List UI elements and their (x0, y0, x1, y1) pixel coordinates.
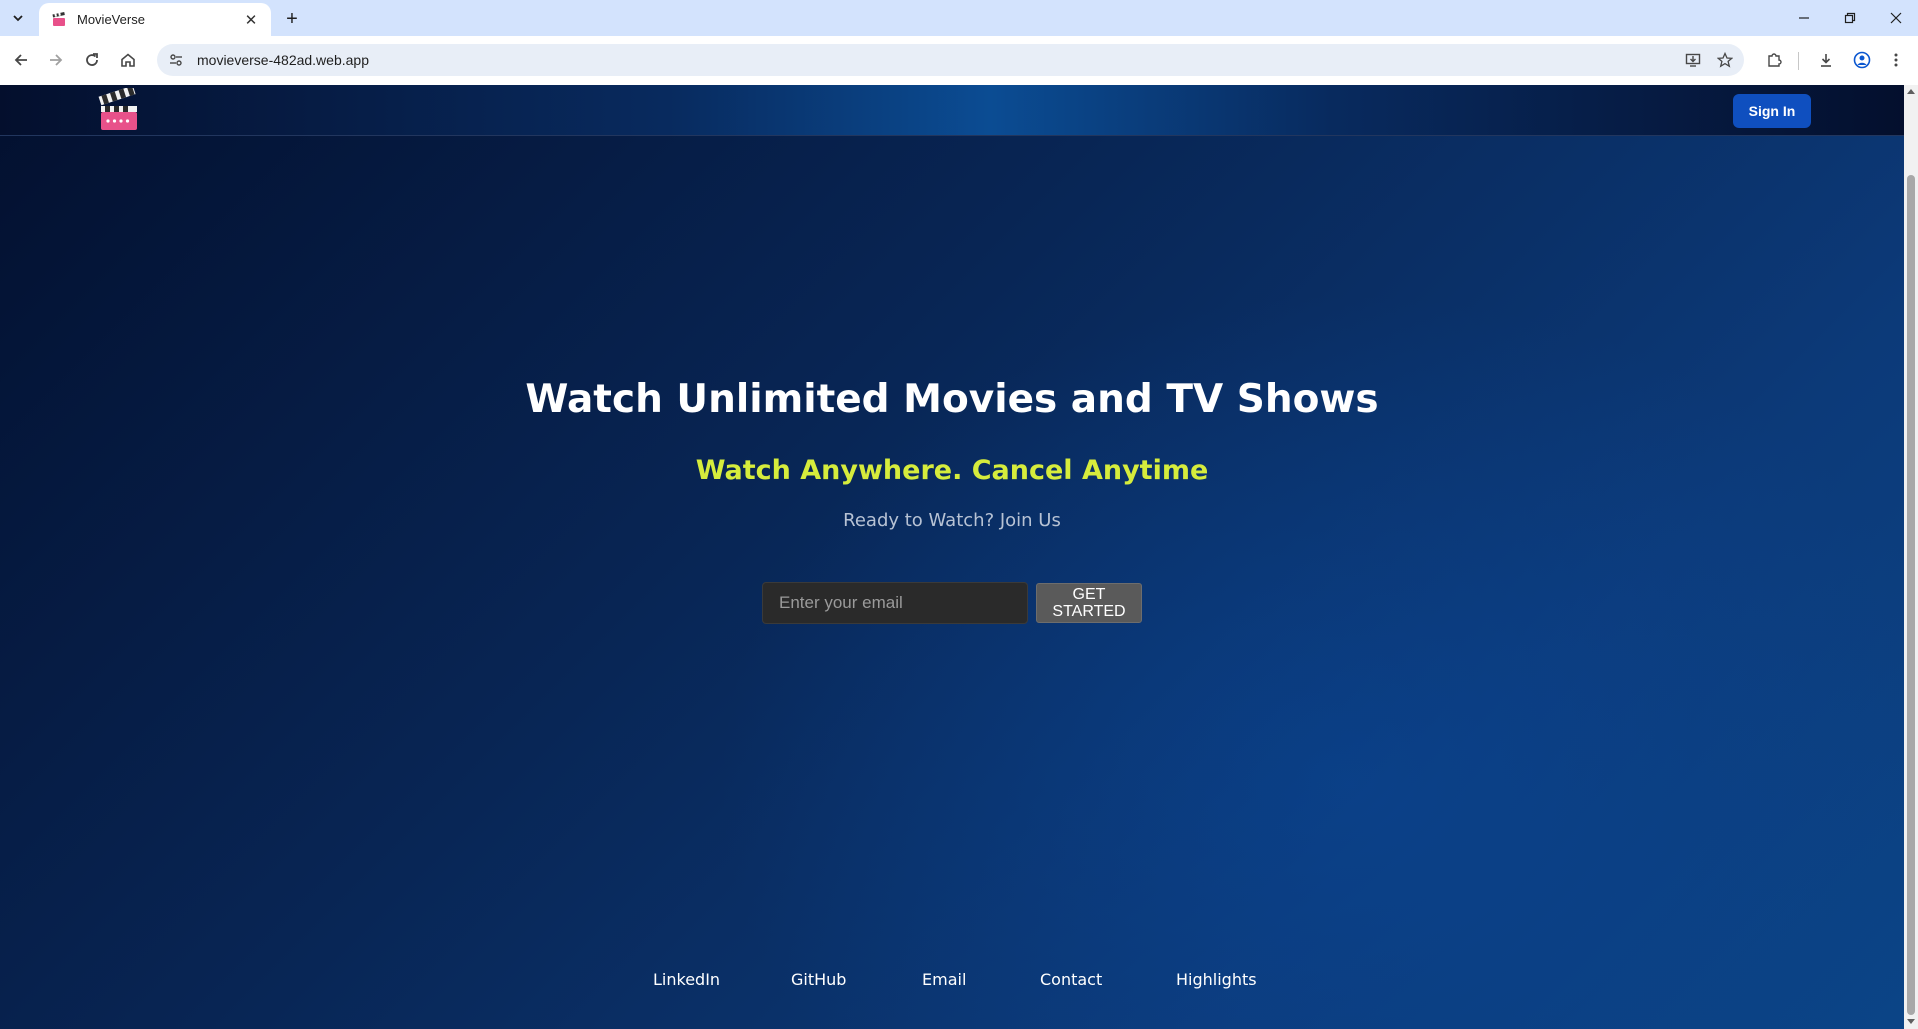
tune-icon[interactable] (163, 47, 189, 73)
home-icon[interactable] (115, 47, 141, 73)
close-icon[interactable] (1873, 0, 1918, 36)
tab-title: MovieVerse (77, 12, 145, 27)
footer-nav: LinkedIn GitHub Email Contact Highlights (0, 970, 1904, 1000)
footer-link-highlights[interactable]: Highlights (1176, 970, 1257, 989)
page-viewport: Watch Unlimited Movies and TV Shows Watc… (0, 85, 1904, 1029)
hero-title: Watch Unlimited Movies and TV Shows (525, 377, 1379, 422)
browser-toolbar: movieverse-482ad.web.app (0, 36, 1918, 85)
scroll-up-icon[interactable] (1907, 89, 1915, 94)
install-app-icon[interactable] (1680, 47, 1706, 73)
clapperboard-icon[interactable] (98, 88, 140, 132)
scroll-down-icon[interactable] (1907, 1019, 1915, 1024)
arrow-right-icon[interactable] (43, 47, 69, 73)
toolbar-divider (1798, 52, 1799, 70)
hero-section: Watch Unlimited Movies and TV Shows Watc… (0, 85, 1904, 1029)
hero-subtitle: Watch Anywhere. Cancel Anytime (695, 455, 1209, 486)
kebab-menu-icon[interactable] (1882, 47, 1910, 73)
arrow-left-icon[interactable] (8, 47, 34, 73)
footer-link-github[interactable]: GitHub (791, 970, 846, 989)
address-bar[interactable]: movieverse-482ad.web.app (157, 44, 1744, 76)
browser-tab[interactable]: MovieVerse ✕ (39, 3, 271, 36)
plus-icon[interactable]: + (279, 6, 305, 32)
puzzle-icon[interactable] (1760, 47, 1788, 73)
email-input[interactable] (762, 582, 1028, 624)
download-icon[interactable] (1812, 47, 1840, 73)
profile-icon[interactable] (1848, 47, 1876, 73)
restore-icon[interactable] (1827, 0, 1873, 36)
footer-link-email[interactable]: Email (922, 970, 966, 989)
get-started-button[interactable]: GET STARTED (1036, 583, 1142, 623)
close-icon[interactable]: ✕ (241, 10, 261, 30)
star-icon[interactable] (1712, 47, 1738, 73)
sign-in-button[interactable]: Sign In (1733, 94, 1811, 128)
footer-link-linkedin[interactable]: LinkedIn (653, 970, 720, 989)
footer-link-contact[interactable]: Contact (1040, 970, 1102, 989)
reload-icon[interactable] (79, 47, 105, 73)
scrollbar-thumb[interactable] (1907, 175, 1915, 1015)
minimize-icon[interactable] (1781, 0, 1827, 36)
chevron-down-icon[interactable] (6, 6, 30, 30)
url-text: movieverse-482ad.web.app (197, 52, 369, 68)
page-scrollbar[interactable] (1904, 85, 1918, 1029)
site-header: Sign In (0, 85, 1904, 136)
browser-tab-bar: MovieVerse ✕ + (0, 0, 1918, 36)
clapperboard-icon (52, 11, 65, 26)
hero-cta-text: Ready to Watch? Join Us (843, 510, 1061, 531)
